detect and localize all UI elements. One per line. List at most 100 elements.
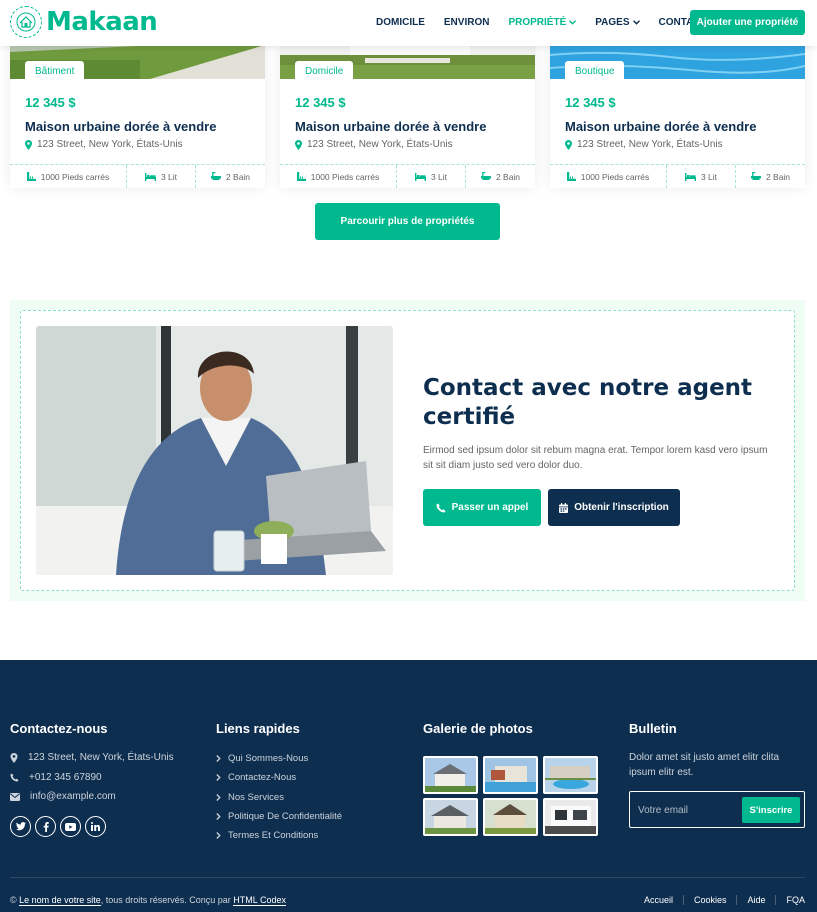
spec-area: 1000 Pieds carrés <box>10 165 127 188</box>
nav-item-domicile[interactable]: DOMICILE <box>376 17 425 28</box>
facebook-icon[interactable] <box>35 816 56 837</box>
footer-bottom-menu: Accueil Cookies Aide FQA <box>634 895 805 905</box>
footer-link[interactable]: Politique De Confidentialité <box>216 811 342 822</box>
browse-more-properties-button[interactable]: Parcourir plus de propriétés <box>315 203 500 240</box>
bed-icon <box>414 172 426 181</box>
contact-agent-panel: Contact avec notre agent certifié Eirmod… <box>20 310 795 591</box>
property-price: 12 345 $ <box>565 95 616 110</box>
nav-item-label: DOMICILE <box>376 17 425 28</box>
button-label: Obtenir l'inscription <box>574 502 669 513</box>
copyright-text: , tous droits réservés. Conçu par <box>100 895 231 905</box>
footer-gallery-heading: Galerie de photos <box>423 721 533 736</box>
gallery-thumbnail[interactable] <box>483 756 538 794</box>
property-specs: 1000 Pieds carrés 3 Lit 2 Bain <box>10 164 265 188</box>
chevron-down-icon <box>569 20 577 25</box>
nav-menu: DOMICILE ENVIRON PROPRIÉTÉ PAGES CONTACT <box>376 17 726 28</box>
map-marker-icon <box>565 139 572 150</box>
get-appointment-button[interactable]: Obtenir l'inscription <box>548 489 680 526</box>
footer-menu-home[interactable]: Accueil <box>634 895 683 905</box>
address-text: 123 Street, New York, États-Unis <box>37 139 183 150</box>
footer-email-text: info@example.com <box>30 791 116 802</box>
house-logo-icon <box>10 6 42 38</box>
designer-link[interactable]: HTML Codex <box>233 895 286 906</box>
property-price: 12 345 $ <box>295 95 346 110</box>
nav-item-environ[interactable]: ENVIRON <box>444 17 490 28</box>
spec-text: 2 Bain <box>225 171 251 182</box>
footer-contact-heading: Contactez-nous <box>10 721 108 736</box>
gallery-thumbnail[interactable] <box>543 756 598 794</box>
chevron-right-icon <box>216 794 221 801</box>
chevron-right-icon <box>216 813 221 820</box>
spec-text: 3 Lit <box>430 171 448 182</box>
contact-agent-section: Contact avec notre agent certifié Eirmod… <box>10 300 805 601</box>
footer-link[interactable]: Qui Sommes-Nous <box>216 753 308 764</box>
ruler-icon <box>566 172 576 181</box>
footer-links-heading: Liens rapides <box>216 721 300 736</box>
map-marker-icon <box>25 139 32 150</box>
twitter-icon[interactable] <box>10 816 31 837</box>
address-text: 123 Street, New York, États-Unis <box>577 139 723 150</box>
spec-baths: 2 Bain <box>196 165 265 188</box>
bath-icon <box>480 172 491 180</box>
nav-item-propriete[interactable]: PROPRIÉTÉ <box>508 17 577 28</box>
ruler-icon <box>296 172 306 181</box>
nav-item-label: PAGES <box>595 17 630 28</box>
newsletter-form: S'inscrire <box>629 791 805 828</box>
site-name-link[interactable]: Le nom de votre site <box>19 895 101 906</box>
make-call-button[interactable]: Passer un appel <box>423 489 541 526</box>
footer-link[interactable]: Termes Et Conditions <box>216 830 318 841</box>
footer-menu-help[interactable]: Aide <box>736 895 775 905</box>
footer-menu-faq[interactable]: FQA <box>775 895 805 905</box>
footer-link-label: Termes Et Conditions <box>228 830 319 841</box>
property-type-badge: Boutique <box>565 61 625 81</box>
calendar-icon <box>559 502 569 513</box>
footer-link-label: Contactez-Nous <box>228 772 297 783</box>
map-marker-icon <box>295 139 302 150</box>
agent-heading: Contact avec notre agent certifié <box>423 375 753 430</box>
gallery-thumbnail[interactable] <box>483 798 538 836</box>
spec-text: 3 Lit <box>700 171 718 182</box>
brand[interactable]: Makaan <box>10 6 158 38</box>
chevron-right-icon <box>216 832 221 839</box>
property-specs: 1000 Pieds carrés 3 Lit 2 Bain <box>550 164 805 188</box>
gallery-thumbnail[interactable] <box>423 756 478 794</box>
property-title[interactable]: Maison urbaine dorée à vendre <box>25 119 216 134</box>
bath-icon <box>750 172 761 180</box>
spec-beds: 3 Lit <box>667 165 736 188</box>
spec-baths: 2 Bain <box>466 165 535 188</box>
property-address: 123 Street, New York, États-Unis <box>295 139 453 150</box>
social-links <box>10 816 110 837</box>
spec-area: 1000 Pieds carrés <box>280 165 397 188</box>
newsletter-email-input[interactable] <box>638 800 738 820</box>
footer-link[interactable]: Nos Services <box>216 792 284 803</box>
nav-item-pages[interactable]: PAGES <box>595 17 640 28</box>
footer-link-label: Qui Sommes-Nous <box>228 753 309 764</box>
property-title[interactable]: Maison urbaine dorée à vendre <box>295 119 486 134</box>
add-property-button[interactable]: Ajouter une propriété <box>690 10 805 35</box>
gallery-thumbnail[interactable] <box>423 798 478 836</box>
youtube-icon[interactable] <box>60 816 81 837</box>
bed-icon <box>144 172 156 181</box>
footer-menu-cookies[interactable]: Cookies <box>682 895 737 905</box>
property-type-badge: Bâtiment <box>25 61 85 81</box>
subscribe-button[interactable]: S'inscrire <box>742 797 800 823</box>
gallery-thumbnail[interactable] <box>543 798 598 836</box>
chevron-right-icon <box>216 755 221 762</box>
footer-address: 123 Street, New York, États-Unis <box>10 752 174 763</box>
bed-icon <box>684 172 696 181</box>
spec-text: 3 Lit <box>160 171 178 182</box>
spec-text: 1000 Pieds carrés <box>580 171 650 182</box>
footer-address-text: 123 Street, New York, États-Unis <box>28 752 174 763</box>
spec-beds: 3 Lit <box>397 165 466 188</box>
spec-text: 1000 Pieds carrés <box>310 171 380 182</box>
nav-item-label: PROPRIÉTÉ <box>508 17 567 28</box>
ruler-icon <box>26 172 36 181</box>
spec-beds: 3 Lit <box>127 165 196 188</box>
property-type-badge: Domicile <box>295 61 354 81</box>
property-address: 123 Street, New York, États-Unis <box>25 139 183 150</box>
address-text: 123 Street, New York, États-Unis <box>307 139 453 150</box>
property-price: 12 345 $ <box>25 95 76 110</box>
linkedin-icon[interactable] <box>85 816 106 837</box>
footer-link[interactable]: Contactez-Nous <box>216 772 296 783</box>
property-title[interactable]: Maison urbaine dorée à vendre <box>565 119 756 134</box>
